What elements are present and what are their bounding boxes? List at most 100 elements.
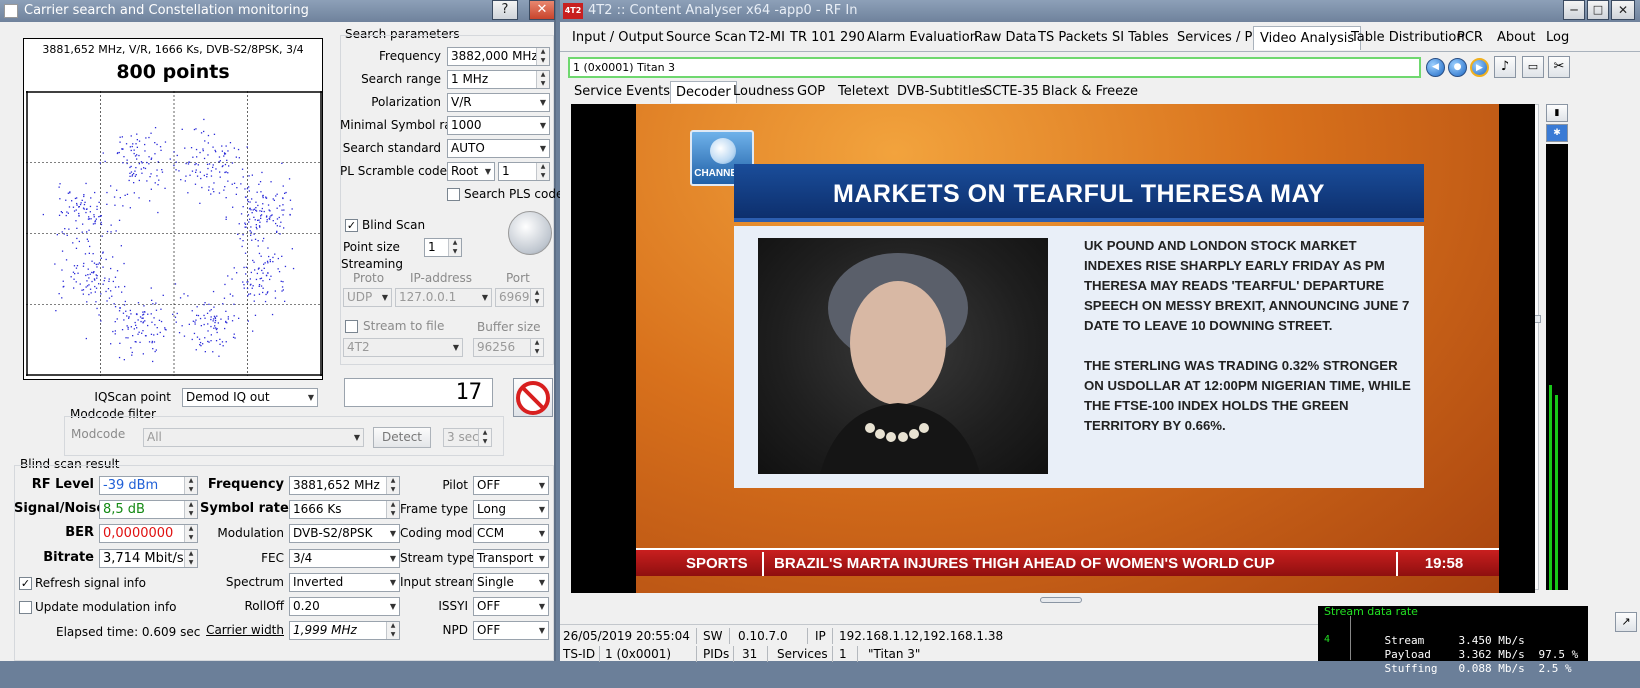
audio-icon[interactable]: ♪ [1494, 56, 1516, 78]
constellation-point [59, 183, 61, 185]
pilot-select[interactable]: OFF [473, 476, 549, 495]
fec-select[interactable]: 3/4 [289, 549, 400, 568]
detect-button[interactable]: Detect [373, 427, 431, 448]
constellation-point [108, 280, 110, 282]
issyi-select[interactable]: OFF [473, 597, 549, 616]
constellation-point [279, 225, 281, 227]
rolloff-select[interactable]: 0.20 [289, 597, 400, 616]
port-input[interactable]: 6969 [495, 288, 544, 307]
subtab-decoder[interactable]: Decoder [670, 81, 737, 103]
tools-icon[interactable]: ✂ [1548, 56, 1570, 78]
pl-scramble-code-input[interactable]: 1 [498, 162, 550, 181]
iqscan-select[interactable]: Demod IQ out [182, 388, 318, 407]
tab-alarm-evaluation[interactable]: Alarm Evaluation [861, 26, 984, 50]
detect-timeout-input[interactable]: 3 sec [443, 428, 492, 447]
constellation-point [240, 183, 242, 185]
constellation-plot[interactable] [26, 91, 322, 376]
splitter-handle[interactable] [1040, 597, 1082, 603]
proto-select[interactable]: UDP [343, 288, 392, 307]
constellation-point [193, 128, 196, 131]
symbol-rate-label: Symbol rate [200, 501, 289, 516]
constellation-point [73, 287, 75, 289]
display-icon[interactable]: ▭ [1522, 56, 1544, 78]
meter-mode-icon[interactable]: ▮ [1546, 104, 1568, 122]
frequency-input[interactable]: 3882,000 MHz [447, 47, 550, 66]
subtab-gop[interactable]: GOP [792, 81, 830, 103]
ip-address-select[interactable]: 127.0.0.1 [395, 288, 492, 307]
constellation-point [61, 269, 63, 271]
tab-source-scan[interactable]: Source Scan [660, 26, 752, 50]
subtab-service[interactable]: Service [569, 81, 627, 103]
video-preview[interactable]: CHANNELS MARKETS ON TEARFUL THERESA MAY … [571, 104, 1535, 593]
constellation-point [148, 163, 150, 165]
constellation-point [215, 151, 217, 153]
carrier-width-label[interactable]: Carrier width [200, 623, 284, 637]
tab-ts-packets[interactable]: TS Packets [1032, 26, 1114, 50]
subtab-dvb-subtitles[interactable]: DVB-Subtitles [892, 81, 991, 103]
help-button[interactable]: ? [492, 0, 518, 20]
constellation-point [135, 324, 137, 326]
meter-config-icon[interactable]: ✱ [1546, 124, 1568, 142]
constellation-point [225, 145, 227, 147]
buffer-size-input[interactable]: 96256 [473, 338, 544, 357]
input-stream-select[interactable]: Single [473, 573, 549, 592]
pl-scramble-mode-select[interactable]: Root [447, 162, 495, 181]
stream-type-select[interactable]: Transport [473, 549, 549, 568]
npd-select[interactable]: OFF [473, 621, 549, 640]
tab-si-tables[interactable]: SI Tables [1106, 26, 1175, 50]
coding-mode-select[interactable]: CCM [473, 524, 549, 543]
constellation-point [75, 220, 77, 222]
subtab-events[interactable]: Events [621, 81, 675, 103]
subtab-teletext[interactable]: Teletext [833, 81, 894, 103]
spectrum-select[interactable]: Inverted [289, 573, 400, 592]
maximize-button[interactable]: □ [1587, 0, 1609, 20]
minimize-button[interactable]: ─ [1563, 0, 1585, 20]
constellation-point [110, 267, 112, 270]
constellation-point [139, 341, 141, 343]
stop-button[interactable] [513, 378, 553, 417]
subtab-loudness[interactable]: Loudness [728, 81, 799, 103]
blind-scan-checkbox[interactable]: ✓ [345, 219, 358, 232]
refresh-signal-checkbox[interactable]: ✓ [19, 577, 32, 590]
subtab-black-freeze[interactable]: Black & Freeze [1037, 81, 1143, 103]
analyser-close-button[interactable]: ✕ [1611, 0, 1635, 20]
modulation-select[interactable]: DVB-S2/8PSK [289, 524, 400, 543]
tab-pcr[interactable]: PCR [1451, 26, 1489, 50]
graph-icon[interactable]: ↗ [1615, 612, 1637, 632]
play-icon[interactable]: ▶ [1470, 58, 1489, 77]
service-select[interactable]: 1 (0x0001) Titan 3 [568, 57, 1421, 78]
constellation-point [225, 171, 227, 173]
point-size-input[interactable]: 1 [424, 238, 462, 257]
constellation-point [194, 163, 196, 166]
constellation-point [260, 277, 263, 279]
modcode-select[interactable]: All [143, 428, 364, 447]
refresh-service-icon[interactable]: ● [1448, 58, 1467, 77]
polarization-select[interactable]: V/R [447, 93, 550, 112]
constellation-point [136, 158, 138, 160]
constellation-point [108, 278, 110, 280]
update-modulation-checkbox[interactable] [19, 601, 32, 614]
tab-about[interactable]: About [1491, 26, 1541, 50]
close-button[interactable]: ✕ [529, 0, 555, 20]
search-globe-button[interactable] [508, 211, 552, 255]
search-standard-select[interactable]: AUTO [447, 139, 550, 158]
prev-service-icon[interactable]: ◀ [1426, 58, 1445, 77]
min-symbol-rate-select[interactable]: 1000 [447, 116, 550, 135]
constellation-point [114, 330, 116, 332]
tab-tr-101-290[interactable]: TR 101 290 [784, 26, 871, 50]
constellation-point [253, 208, 256, 210]
subtab-scte-35[interactable]: SCTE-35 [979, 81, 1044, 103]
search-pls-checkbox[interactable] [447, 188, 460, 201]
constellation-point [83, 194, 85, 196]
status-ip-label: IP [815, 629, 826, 643]
stream-file-select[interactable]: 4T2 [343, 338, 463, 357]
frame-type-select[interactable]: Long [473, 500, 549, 519]
tab-log[interactable]: Log [1540, 26, 1575, 50]
constellation-point [107, 288, 110, 290]
stream-to-file-checkbox[interactable] [345, 320, 358, 333]
constellation-point [54, 263, 56, 265]
headline-banner: MARKETS ON TEARFUL THERESA MAY [734, 164, 1424, 222]
constellation-point [219, 171, 221, 173]
tab-input-output[interactable]: Input / Output [566, 26, 669, 50]
search-range-input[interactable]: 1 MHz [447, 70, 550, 89]
